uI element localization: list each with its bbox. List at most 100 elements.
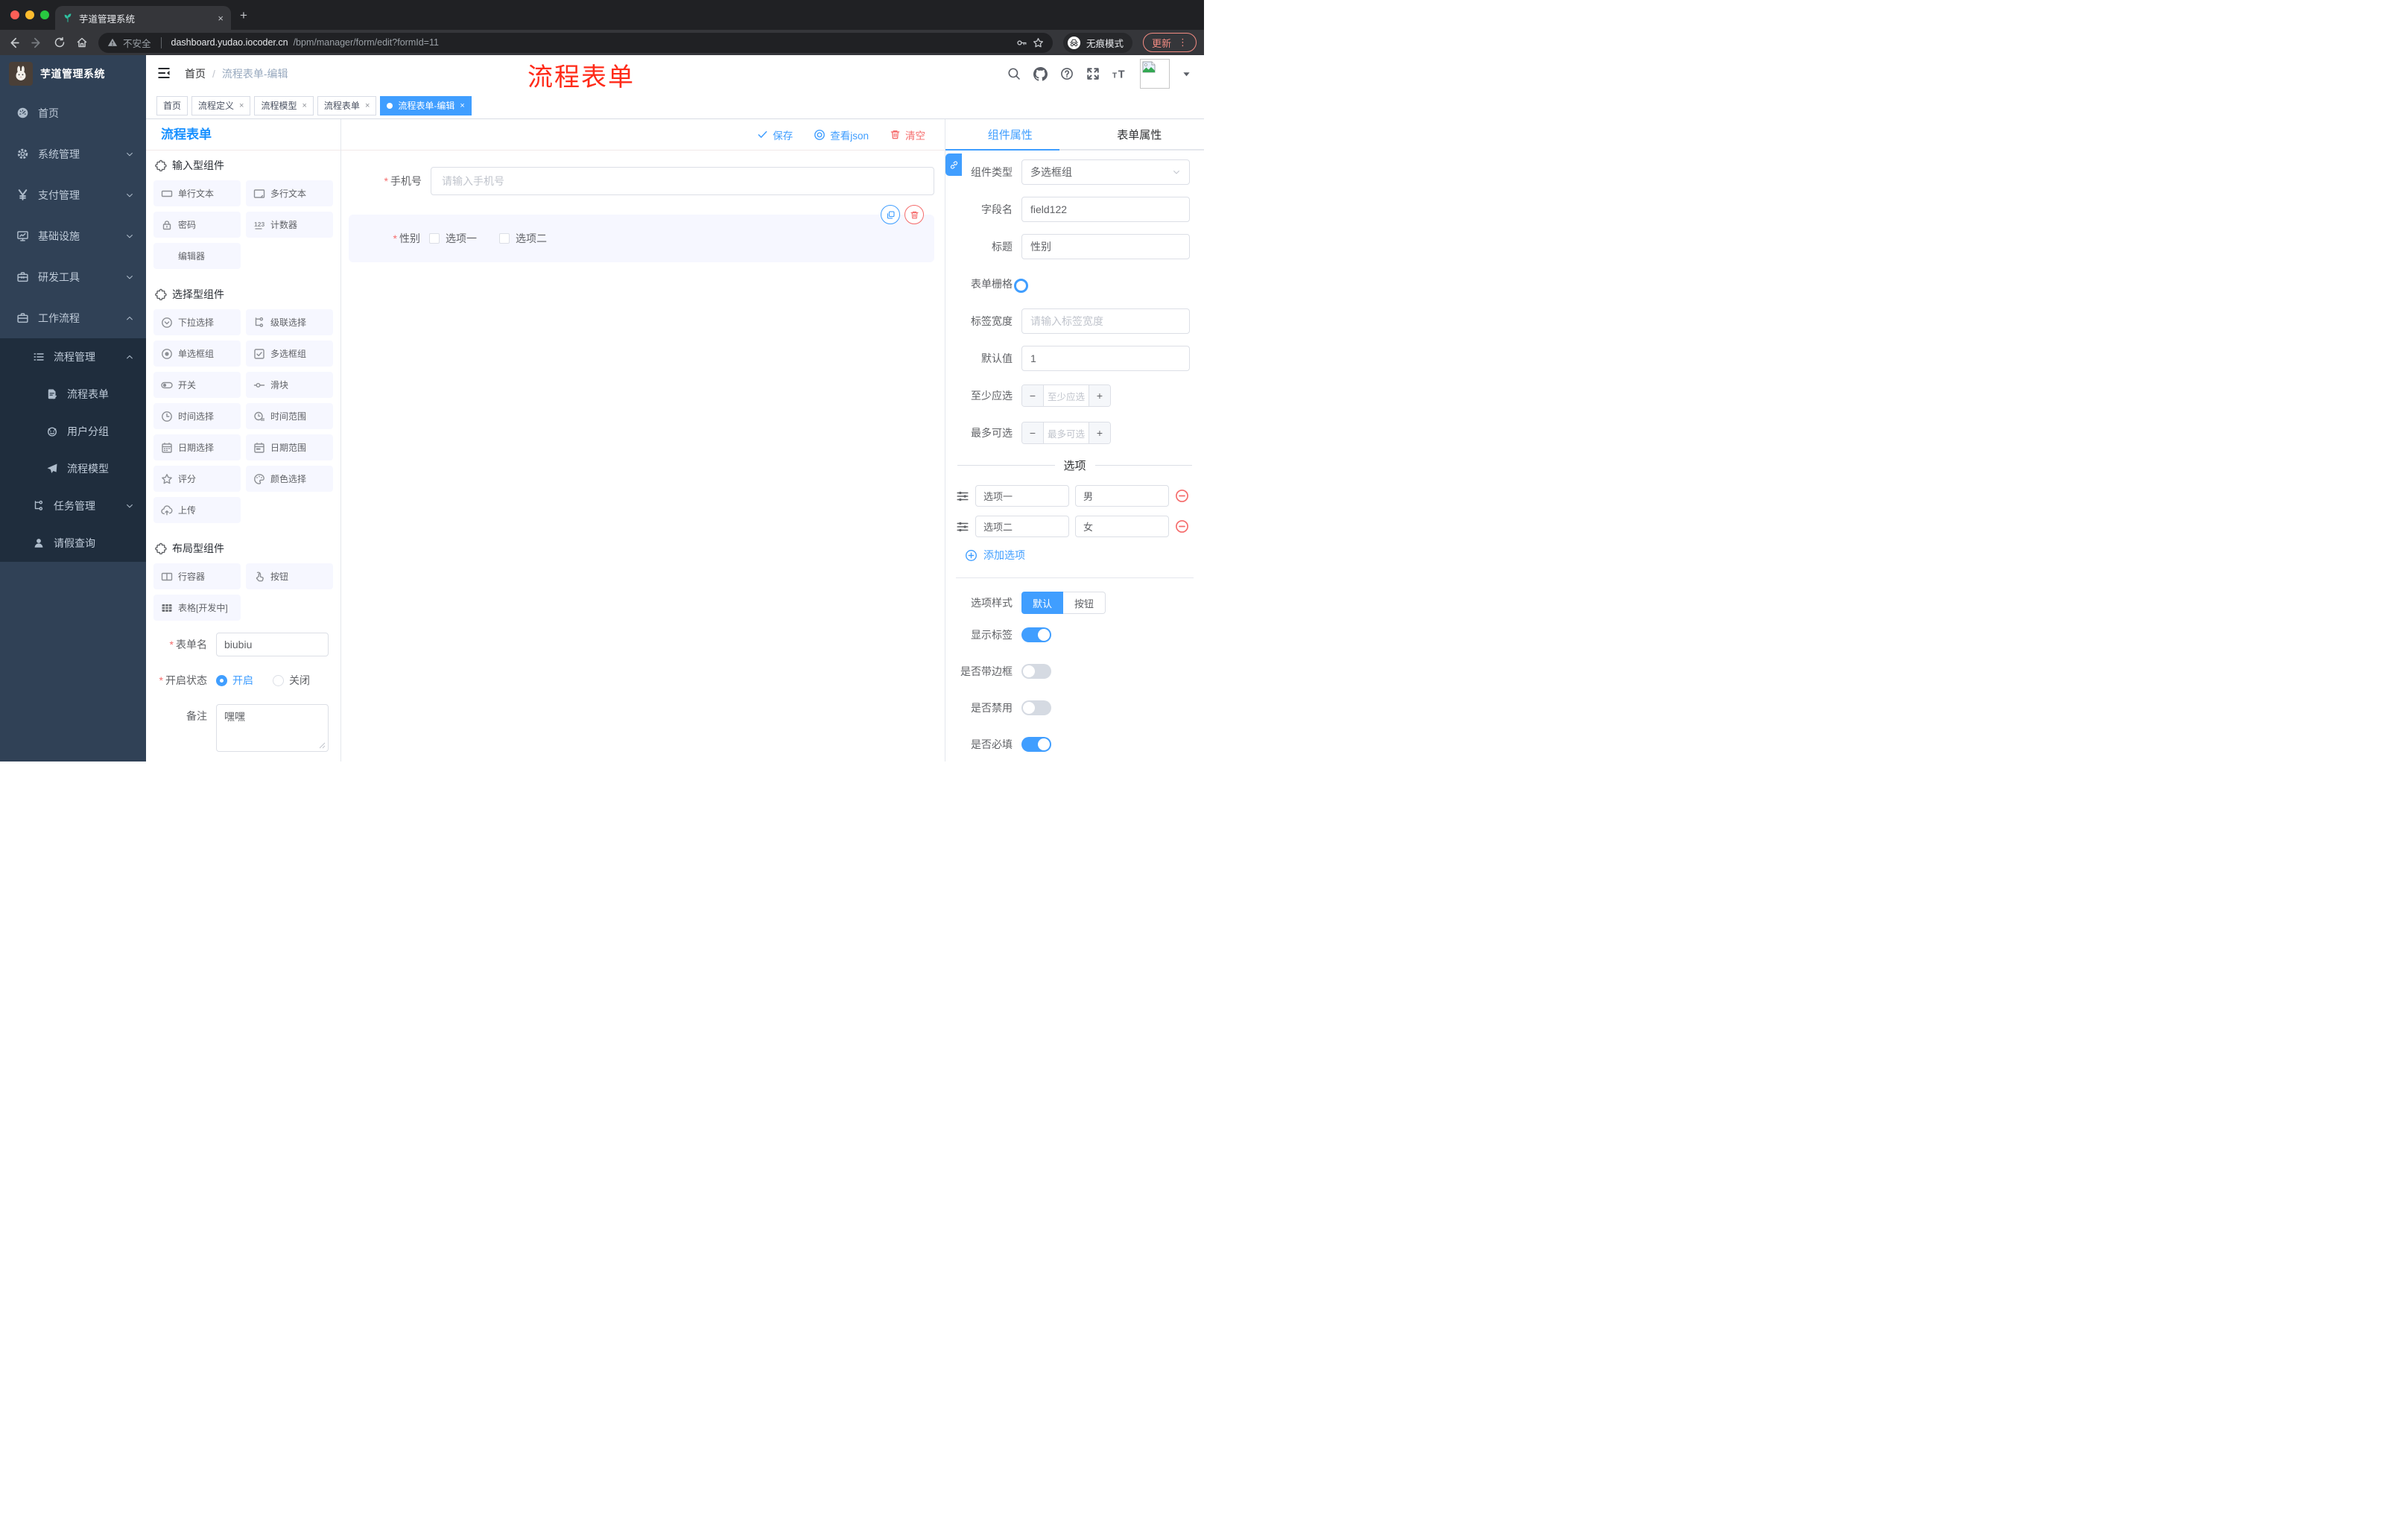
back-button[interactable] [7, 37, 20, 49]
field-name-input[interactable]: field122 [1021, 197, 1190, 222]
add-option-button[interactable]: 添加选项 [965, 548, 1204, 563]
selected-gender-field[interactable]: * 性别 选项一 选项二 [349, 205, 934, 262]
phone-field[interactable]: * 手机号 请输入手机号 [349, 167, 934, 195]
palette-item-counter[interactable]: 123 计数器 [246, 212, 333, 238]
palette-item-radio-group[interactable]: 单选框组 [153, 341, 241, 367]
sidebar-item-system[interactable]: 系统管理 [0, 133, 146, 174]
fullscreen-icon[interactable] [1086, 67, 1100, 80]
palette-item-table[interactable]: 表格[开发中] [153, 595, 241, 621]
max-select-stepper[interactable]: − 最多可选 + [1021, 422, 1111, 444]
palette-item-row-container[interactable]: 行容器 [153, 563, 241, 589]
sidebar-item-home[interactable]: 首页 [0, 92, 146, 133]
status-radio-on[interactable]: 开启 [216, 673, 253, 688]
option-label-input[interactable]: 选项一 [975, 485, 1069, 507]
palette-item-upload[interactable]: 上传 [153, 497, 241, 523]
tag-process-form-edit[interactable]: 流程表单-编辑 × [380, 95, 472, 115]
save-button[interactable]: 保存 [757, 127, 793, 142]
reload-button[interactable] [54, 37, 66, 48]
tag-home[interactable]: 首页 [156, 95, 188, 115]
sidebar-item-process-mgmt[interactable]: 流程管理 [0, 338, 146, 376]
palette-item-date-picker[interactable]: 日期选择 [153, 434, 241, 460]
breadcrumb-home[interactable]: 首页 [185, 66, 206, 81]
form-name-input[interactable]: biubiu [216, 633, 329, 656]
palette-item-textarea[interactable]: 多行文本 [246, 180, 333, 206]
decrement-button[interactable]: − [1022, 385, 1044, 406]
delete-component-button[interactable] [904, 205, 924, 224]
palette-item-editor[interactable]: 编辑器 [153, 243, 241, 269]
resize-handle-icon[interactable] [319, 742, 326, 749]
default-value-input[interactable]: 1 [1021, 346, 1190, 371]
remove-option-icon[interactable] [1175, 519, 1189, 533]
option-label-input[interactable]: 选项二 [975, 516, 1069, 537]
bookmark-star-icon[interactable] [1033, 37, 1044, 48]
tab-close-icon[interactable]: × [218, 13, 224, 24]
style-button-button[interactable]: 按钮 [1063, 592, 1106, 614]
caret-down-icon[interactable] [1182, 70, 1191, 78]
tab-form-props[interactable]: 表单属性 [1075, 119, 1205, 149]
checkbox-icon[interactable] [429, 233, 440, 244]
palette-item-rate[interactable]: 评分 [153, 466, 241, 492]
sidebar-item-user-group[interactable]: 用户分组 [0, 413, 146, 450]
browser-update-button[interactable]: 更新 ⋮ [1142, 33, 1197, 52]
palette-item-date-range[interactable]: 日期范围 [246, 434, 333, 460]
palette-item-password[interactable]: 密码 [153, 212, 241, 238]
min-select-stepper[interactable]: − 至少应选 + [1021, 384, 1111, 407]
palette-item-checkbox-group[interactable]: 多选框组 [246, 341, 333, 367]
border-toggle[interactable] [1021, 664, 1051, 679]
copy-component-button[interactable] [881, 205, 900, 224]
browser-menu-dots-icon[interactable]: ⋮ [1178, 37, 1188, 48]
checkbox-icon[interactable] [499, 233, 510, 244]
sidebar-item-payment[interactable]: 支付管理 [0, 174, 146, 215]
hamburger-fold-icon[interactable] [156, 66, 171, 83]
avatar[interactable] [1140, 59, 1170, 89]
increment-button[interactable]: + [1089, 385, 1110, 406]
decrement-button[interactable]: − [1022, 422, 1044, 443]
sidebar-item-infra[interactable]: 基础设施 [0, 215, 146, 256]
option-value-input[interactable]: 男 [1075, 485, 1169, 507]
url-path[interactable]: /bpm/manager/form/edit?formId=11 [294, 37, 439, 48]
show-label-toggle[interactable] [1021, 627, 1051, 642]
gender-option-2-checkbox[interactable]: 选项二 [499, 231, 547, 246]
tag-close-icon[interactable]: × [365, 101, 370, 110]
required-toggle[interactable] [1021, 737, 1051, 752]
palette-item-time-range[interactable]: 时间范围 [246, 403, 333, 429]
link-handle[interactable] [945, 153, 962, 176]
sidebar-item-task-mgmt[interactable]: 任务管理 [0, 487, 146, 525]
new-tab-button[interactable]: + [240, 9, 247, 22]
security-label[interactable]: 不安全 [123, 36, 151, 50]
browser-tab[interactable]: 芋道管理系统 × [55, 6, 231, 30]
tag-close-icon[interactable]: × [302, 101, 306, 110]
form-remark-textarea[interactable]: 嘿嘿 [216, 704, 329, 752]
remove-option-icon[interactable] [1175, 489, 1189, 503]
drag-handle-icon[interactable] [956, 520, 969, 533]
search-icon[interactable] [1007, 67, 1021, 80]
help-icon[interactable] [1060, 67, 1074, 80]
tag-process-form[interactable]: 流程表单 × [317, 95, 377, 115]
minimize-window-button[interactable] [25, 10, 34, 19]
palette-item-color-picker[interactable]: 颜色选择 [246, 466, 333, 492]
disabled-toggle[interactable] [1021, 700, 1051, 715]
component-type-select[interactable]: 多选框组 [1021, 159, 1190, 185]
maximize-window-button[interactable] [40, 10, 49, 19]
palette-item-slider[interactable]: 滑块 [246, 372, 333, 398]
sidebar-item-devtools[interactable]: 研发工具 [0, 256, 146, 297]
slider-handle[interactable] [1014, 279, 1028, 293]
drag-handle-icon[interactable] [956, 490, 969, 503]
window-controls[interactable] [10, 10, 49, 19]
phone-field-input[interactable]: 请输入手机号 [431, 167, 934, 195]
tag-close-icon[interactable]: × [239, 101, 244, 110]
palette-item-single-text[interactable]: 单行文本 [153, 180, 241, 206]
address-bar[interactable]: 不安全 dashboard.yudao.iocoder.cn/bpm/manag… [98, 32, 1053, 53]
home-button[interactable] [76, 37, 88, 48]
close-window-button[interactable] [10, 10, 19, 19]
tag-close-icon[interactable]: × [460, 101, 464, 110]
palette-item-time-picker[interactable]: 时间选择 [153, 403, 241, 429]
label-width-input[interactable]: 请输入标签宽度 [1021, 308, 1190, 334]
palette-item-cascader[interactable]: 级联选择 [246, 309, 333, 335]
option-value-input[interactable]: 女 [1075, 516, 1169, 537]
gender-option-1-checkbox[interactable]: 选项一 [429, 231, 477, 246]
style-default-button[interactable]: 默认 [1021, 592, 1064, 614]
clear-button[interactable]: 清空 [890, 127, 925, 142]
url-domain[interactable]: dashboard.yudao.iocoder.cn [171, 37, 288, 48]
status-radio-off[interactable]: 关闭 [273, 673, 310, 688]
